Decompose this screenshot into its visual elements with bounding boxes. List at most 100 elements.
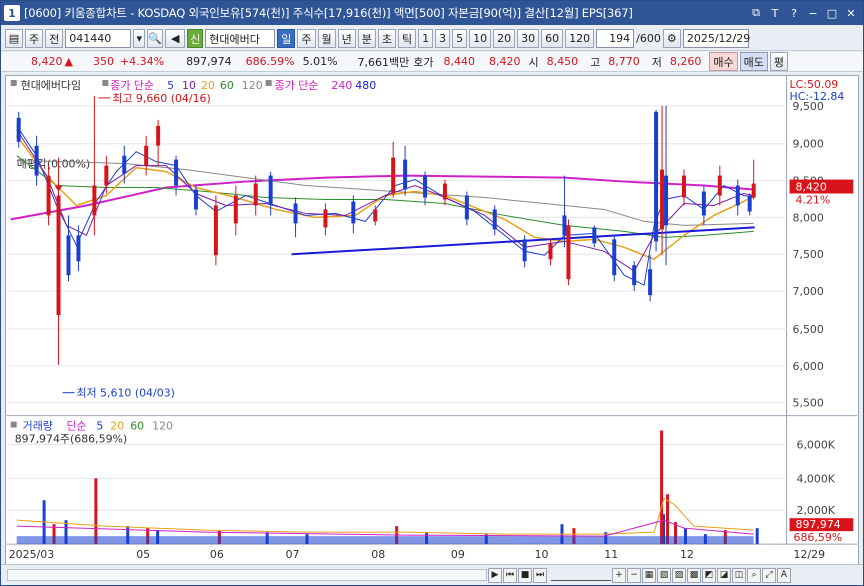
vol-ma60-label: 60: [130, 420, 144, 433]
up-arrow-icon: ▲: [64, 55, 73, 68]
x-tick-09: 09: [451, 548, 465, 561]
search-icon[interactable]: 🔍: [147, 29, 164, 48]
vol-ma20-label: 20: [110, 420, 124, 433]
high-label: 고: [590, 55, 601, 69]
open-price: 8,450: [546, 55, 579, 68]
interval-year[interactable]: 년: [337, 29, 356, 48]
tool-e-icon[interactable]: ◩: [702, 567, 716, 583]
maximize-icon[interactable]: □: [824, 5, 840, 21]
sell-button[interactable]: 매도: [739, 52, 768, 71]
link-icon[interactable]: ⧉: [748, 5, 764, 21]
eval-button[interactable]: 평: [769, 52, 789, 71]
min-5[interactable]: 5: [452, 29, 468, 48]
interval-month[interactable]: 월: [317, 29, 336, 48]
last-icon[interactable]: ⏭: [533, 567, 547, 583]
count-input[interactable]: 194: [596, 29, 635, 48]
vol-tick-4000k: 4,000K: [797, 472, 836, 485]
turnover: 5.01%: [302, 55, 338, 68]
close-icon[interactable]: ✕: [843, 5, 859, 21]
change-pct: +4.34%: [119, 55, 165, 68]
tool-c-icon[interactable]: ▨: [672, 567, 686, 583]
zoom-slider[interactable]: [551, 569, 611, 581]
vol-tick-6000k: 6,000K: [797, 438, 836, 451]
pin-icon[interactable]: T: [767, 5, 783, 21]
speaker-icon[interactable]: ◀︎: [165, 29, 186, 48]
interval-week[interactable]: 주: [297, 29, 316, 48]
buy-button[interactable]: 매수: [709, 52, 738, 71]
x-tick-2025-03: 2025/03: [9, 548, 54, 561]
volume-current-label: 897,974주(686,59%): [15, 432, 127, 445]
expand-icon[interactable]: ⤢: [762, 567, 776, 583]
x-tick-12-29: 12/29: [794, 548, 826, 561]
scroll-right-icon[interactable]: ▶: [488, 567, 502, 583]
x-tick-08: 08: [371, 548, 385, 561]
high-price: 8,770: [608, 55, 640, 68]
ma60-label: 60: [220, 79, 234, 92]
x-tick-10: 10: [535, 548, 549, 561]
tool-a-icon[interactable]: ▦: [642, 567, 656, 583]
min-30[interactable]: 30: [517, 29, 540, 48]
interval-minute[interactable]: 분: [357, 29, 376, 48]
volume: 897,974: [186, 55, 232, 68]
tool-f-icon[interactable]: ◪: [717, 567, 731, 583]
current-pct-tag: 4.21%: [796, 193, 831, 206]
low-marker: 최저 5,610 (04/03): [76, 387, 174, 400]
period-button[interactable]: 주: [25, 29, 44, 48]
ma480-label: 480: [355, 79, 376, 92]
y-tick-7000: 7,000: [793, 285, 824, 298]
ma120-label: 120: [242, 79, 263, 92]
code-input[interactable]: 041440: [65, 29, 132, 48]
stop-icon[interactable]: ■: [518, 567, 532, 583]
stock-label: 현대에버다임: [21, 79, 81, 92]
chart-window: 1 [0600] 키움종합차트 - KOSDAQ 외국인보유[574(천)] 주…: [0, 0, 864, 586]
low-price: 8,260: [669, 55, 702, 68]
window-title: [0600] 키움종합차트 - KOSDAQ 외국인보유[574(천)] 주식수…: [24, 6, 633, 20]
tool-icon[interactable]: ▤: [5, 29, 23, 48]
tool-b-icon[interactable]: ▧: [657, 567, 671, 583]
tool-g-icon[interactable]: ◫: [732, 567, 746, 583]
current-price: 8,420: [31, 55, 63, 68]
ma20-label: 20: [201, 79, 215, 92]
ma-label: 종가 단순: [110, 79, 154, 92]
scrollbar[interactable]: [7, 569, 487, 581]
count-total: /600: [636, 32, 661, 45]
interval-tick[interactable]: 틱: [398, 29, 417, 48]
min-120[interactable]: 120: [565, 29, 595, 48]
tool-d-icon[interactable]: ▩: [687, 567, 701, 583]
high-marker: 최고 9,660 (04/16): [112, 92, 210, 105]
min-60[interactable]: 60: [541, 29, 564, 48]
help-icon[interactable]: ?: [786, 5, 802, 21]
x-tick-06: 06: [210, 548, 224, 561]
vol-tick-2000k: 2,000K: [797, 504, 836, 517]
vol-ma5-label: 5: [96, 420, 103, 433]
x-tick-05: 05: [136, 548, 150, 561]
low-label: 저: [651, 55, 662, 69]
font-icon[interactable]: A: [777, 567, 791, 583]
zoom-in-icon[interactable]: +: [612, 567, 626, 583]
stock-name-field: 현대에버다: [205, 29, 276, 48]
minimize-icon[interactable]: −: [805, 5, 821, 21]
dropdown-icon[interactable]: ▾: [133, 29, 146, 48]
interval-day[interactable]: 일: [277, 29, 296, 48]
quote-bar: 8,420 ▲ 350 +4.34% 897,974 686.59% 5.01%…: [1, 52, 863, 72]
min-3[interactable]: 3: [435, 29, 451, 48]
bottom-toolbar: ▶ ⏮ ■ ⏭ + − ▦ ▧ ▨ ▩ ◩ ◪ ◫ ⌕ ⤢ A: [1, 564, 863, 585]
ma5-label: 5: [167, 79, 174, 92]
settings-icon[interactable]: ⚙: [662, 29, 681, 48]
min-20[interactable]: 20: [493, 29, 516, 48]
search-chart-icon[interactable]: ⌕: [747, 567, 761, 583]
zoom-out-icon[interactable]: −: [627, 567, 641, 583]
price-volume-chart[interactable]: 9,500 9,000 8,500 8,000 7,500 7,000 6,50…: [5, 75, 859, 565]
prev-button[interactable]: 전: [45, 29, 64, 48]
min-1[interactable]: 1: [418, 29, 434, 48]
min-10[interactable]: 10: [469, 29, 492, 48]
interval-second[interactable]: 초: [377, 29, 396, 48]
new-badge: 신: [187, 29, 204, 48]
date-input[interactable]: 2025/12/29: [682, 29, 750, 48]
first-icon[interactable]: ⏮: [503, 567, 517, 583]
ask-price: 8,440: [443, 55, 476, 68]
quote-label: 호가: [413, 55, 434, 69]
current-price-tag-text: 8,420: [796, 181, 827, 194]
volume-ratio: 686.59%: [245, 55, 295, 68]
open-label: 시: [528, 55, 539, 69]
